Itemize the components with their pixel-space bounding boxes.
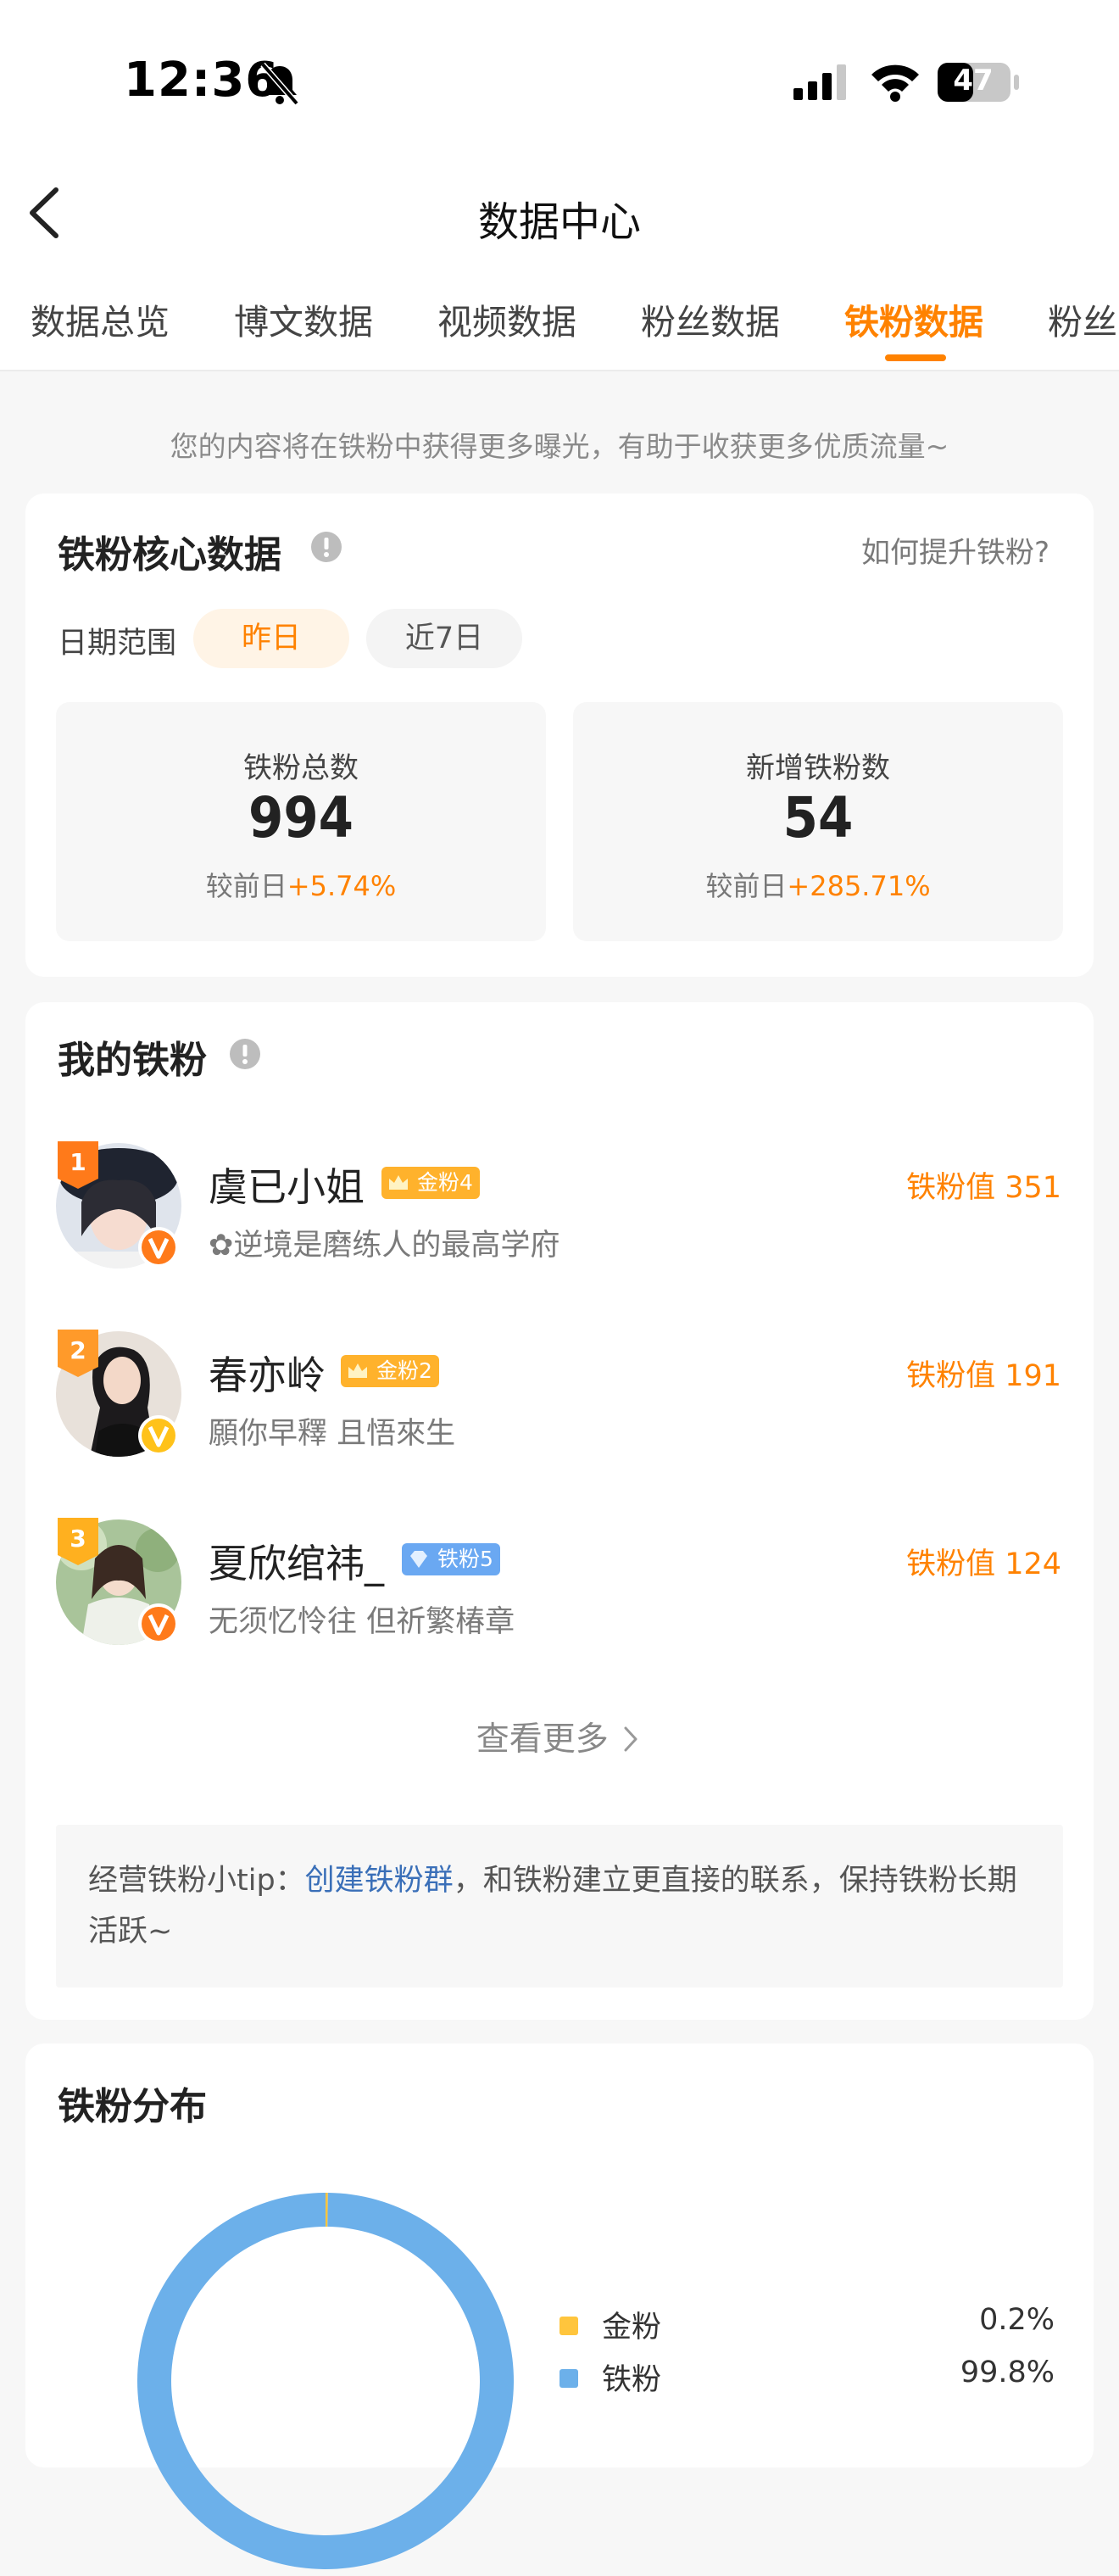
core-data-card: 铁粉核心数据 如何提升铁粉? 日期范围 昨日 近7日 铁粉总数 994 较前日+… <box>25 493 1094 977</box>
bell-muted-icon <box>260 62 299 106</box>
info-icon[interactable] <box>229 1038 261 1070</box>
chevron-right-icon <box>624 1726 637 1752</box>
distribution-title: 铁粉分布 <box>58 2085 207 2128</box>
fan-signature: 願你早釋 且悟來生 <box>209 1417 456 1451</box>
active-tab-indicator <box>885 354 946 361</box>
level-badge: 金粉4 <box>381 1167 480 1199</box>
how-to-increase-link[interactable]: 如何提升铁粉? <box>861 529 1049 571</box>
crown-icon <box>348 1363 367 1378</box>
info-icon[interactable] <box>310 531 342 563</box>
fan-list-item[interactable]: 3 夏欣绾祎_ 铁粉5 无须忆怜往 但祈繁椿章 铁粉值 124 <box>25 1516 1094 1677</box>
legend-swatch <box>560 2369 578 2388</box>
view-more-link[interactable]: 查看更多 <box>25 1713 1094 1760</box>
date-option-7days[interactable]: 近7日 <box>366 609 522 668</box>
date-option-yesterday[interactable]: 昨日 <box>193 609 349 668</box>
rank-badge-icon: 1 <box>58 1141 98 1189</box>
divider <box>0 370 1119 371</box>
tip-text: 经营铁粉小tip：创建铁粉群，和铁粉建立更直接的联系，保持铁粉长期活跃~ <box>88 1864 1017 1949</box>
page-title: 数据中心 <box>477 198 641 246</box>
tab-iron-fans[interactable]: 铁粉数据 <box>844 293 983 344</box>
wifi-icon <box>871 64 919 102</box>
legend-label: 金粉 <box>602 2311 662 2345</box>
legend-value: 99.8% <box>960 2356 1055 2389</box>
fan-value: 铁粉值 124 <box>906 1547 1061 1581</box>
fan-value: 铁粉值 191 <box>906 1359 1061 1393</box>
legend-item-gold: 金粉 0.2% <box>560 2303 1085 2345</box>
legend-label: 铁粉 <box>602 2363 662 2397</box>
stat-change: +285.71% <box>787 870 931 902</box>
fan-value: 铁粉值 351 <box>906 1171 1061 1205</box>
rank-badge-icon: 3 <box>58 1518 98 1565</box>
fan-name[interactable]: 春亦岭 <box>209 1345 326 1401</box>
stat-compare: 较前日+285.71% <box>705 870 931 902</box>
level-badge: 铁粉5 <box>402 1543 500 1575</box>
date-range-label: 日期范围 <box>58 627 177 661</box>
fan-signature: ✿逆境是磨练人的最高学府 <box>209 1229 560 1263</box>
stat-compare: 较前日+5.74% <box>205 870 397 902</box>
stat-change: +5.74% <box>287 870 397 902</box>
stat-new-iron-fans: 新增铁粉数 54 较前日+285.71% <box>573 702 1063 941</box>
fan-signature: 无须忆怜往 但祈繁椿章 <box>209 1605 515 1639</box>
fan-name[interactable]: 夏欣绾祎_ <box>209 1533 384 1589</box>
donut-chart <box>136 2193 515 2569</box>
fan-list-item[interactable]: 2 春亦岭 金粉2 願你早釋 且悟來生 铁粉值 191 <box>25 1328 1094 1489</box>
svg-text:2: 2 <box>70 1336 86 1364</box>
svg-text:1: 1 <box>70 1148 86 1176</box>
stat-total-iron-fans: 铁粉总数 994 较前日+5.74% <box>56 702 546 941</box>
signal-icon <box>793 64 846 100</box>
level-badge: 金粉2 <box>341 1355 439 1387</box>
diamond-icon <box>410 1551 427 1568</box>
tab-fans[interactable]: 粉丝数据 <box>641 293 780 344</box>
stat-value: 54 <box>782 785 854 850</box>
fan-name[interactable]: 虞已小姐 <box>209 1157 365 1213</box>
stat-value: 994 <box>248 785 354 850</box>
rank-badge-icon: 2 <box>58 1330 98 1377</box>
distribution-card: 铁粉分布 金粉 0.2% 铁粉 99.8% <box>25 2044 1094 2569</box>
verified-orange-icon <box>138 1603 179 1644</box>
tab-overview[interactable]: 数据总览 <box>31 293 170 344</box>
svg-text:3: 3 <box>70 1525 86 1553</box>
tab-video[interactable]: 视频数据 <box>437 293 576 344</box>
core-title: 铁粉核心数据 <box>58 533 281 577</box>
fans-title: 我的铁粉 <box>58 1039 207 1082</box>
my-iron-fans-card: 我的铁粉 1 虞已小姐 金粉4 ✿逆境是磨练人的最高学府 铁粉值 351 2 春… <box>25 1002 1094 2020</box>
create-group-link[interactable]: 创建铁粉群 <box>305 1864 454 1898</box>
tab-bar: 数据总览 博文数据 视频数据 粉丝数据 铁粉数据 粉丝 <box>0 293 1119 358</box>
notice-text: 您的内容将在铁粉中获得更多曝光，有助于收获更多优质流量~ <box>170 430 949 463</box>
verified-orange-icon <box>138 1227 179 1268</box>
legend-value: 0.2% <box>979 2303 1055 2337</box>
fan-list-item[interactable]: 1 虞已小姐 金粉4 ✿逆境是磨练人的最高学府 铁粉值 351 <box>25 1140 1094 1301</box>
crown-icon <box>389 1175 408 1190</box>
tab-posts[interactable]: 博文数据 <box>234 293 373 344</box>
stat-label: 新增铁粉数 <box>746 751 890 785</box>
legend-item-iron: 铁粉 99.8% <box>560 2356 1085 2398</box>
donut-slice-iron <box>136 2193 515 2569</box>
legend-swatch <box>560 2317 578 2335</box>
battery-level: 47 <box>953 64 994 98</box>
stat-label: 铁粉总数 <box>243 751 359 785</box>
tip-box: 经营铁粉小tip：创建铁粉群，和铁粉建立更直接的联系，保持铁粉长期活跃~ <box>56 1825 1063 1988</box>
tab-fans-more[interactable]: 粉丝 <box>1048 293 1117 344</box>
verified-yellow-icon <box>138 1415 179 1456</box>
